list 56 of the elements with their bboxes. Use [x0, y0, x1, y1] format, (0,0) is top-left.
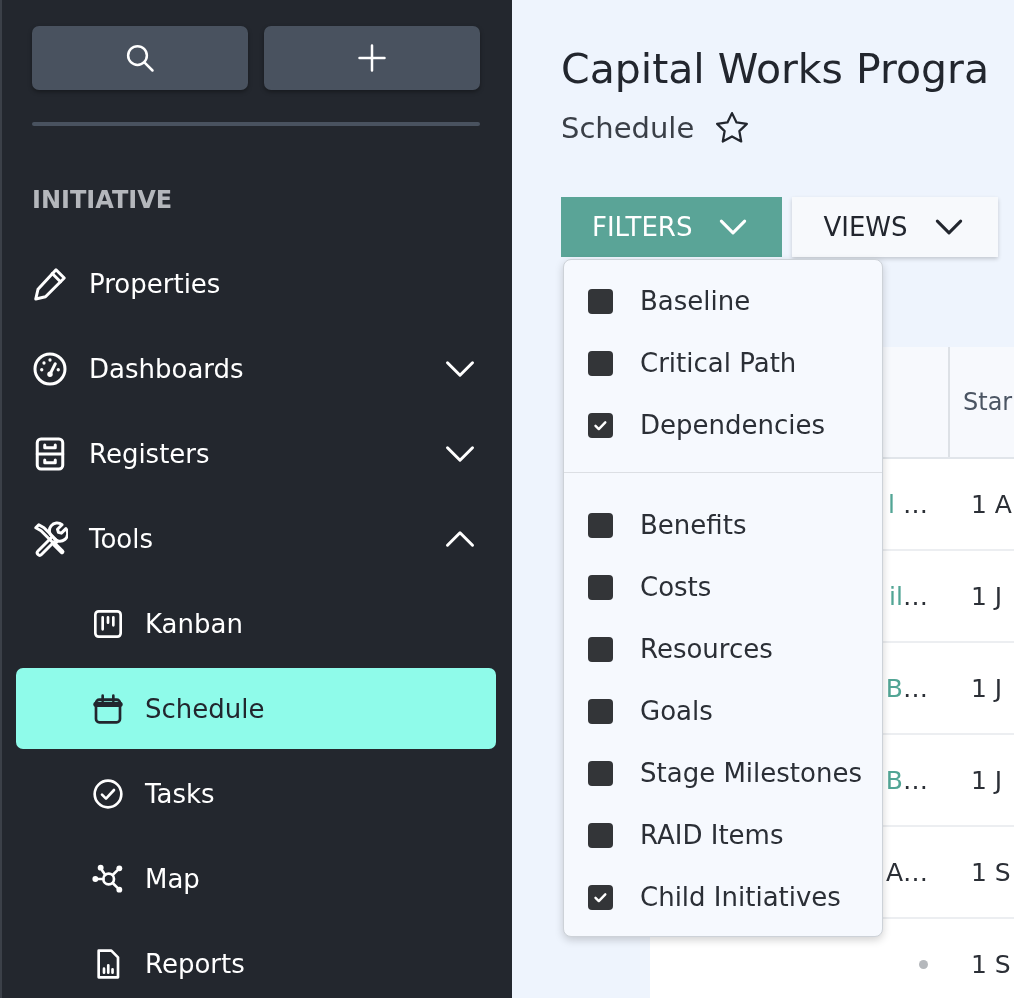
filter-option[interactable]: Stage Milestones	[564, 742, 882, 804]
date-text: 1 J	[971, 673, 1003, 703]
nav-item[interactable]: Properties	[16, 243, 496, 324]
page-subtitle: Schedule	[561, 110, 695, 147]
nav-item[interactable]: Reports	[16, 923, 496, 998]
pencil-icon	[32, 265, 68, 302]
nav-item[interactable]: Dashboards	[16, 328, 496, 409]
nav-item[interactable]: Tasks	[16, 753, 496, 834]
check-circle-icon	[92, 777, 124, 810]
date-text: 1 A	[971, 489, 1012, 519]
filter-option[interactable]: Child Initiatives	[564, 866, 882, 928]
bullet-dot-icon	[919, 959, 928, 969]
checkbox[interactable]	[588, 884, 613, 910]
star-icon[interactable]	[715, 111, 750, 145]
task-name-text: A…	[885, 857, 928, 887]
page-title: Capital Works Progra	[561, 45, 990, 93]
checkbox[interactable]	[588, 412, 613, 438]
nav-item[interactable]: Schedule	[16, 668, 496, 749]
checkbox[interactable]	[588, 636, 613, 662]
nav-item[interactable]: Registers	[16, 413, 496, 494]
gauge-icon	[32, 350, 68, 387]
filter-option[interactable]: Critical Path	[564, 332, 882, 394]
checkbox[interactable]	[588, 760, 613, 786]
date-text: 1 J	[971, 581, 1003, 611]
nav-item[interactable]: Kanban	[16, 583, 496, 664]
task-name-text: B…	[885, 765, 928, 795]
filter-option[interactable]: Baseline	[564, 270, 882, 332]
date-text: 1 S	[971, 949, 1011, 979]
network-icon	[92, 862, 124, 895]
date-text: 1 S	[971, 857, 1011, 887]
checkbox[interactable]	[588, 822, 613, 848]
filter-option[interactable]: RAID Items	[564, 804, 882, 866]
nav-item[interactable]: Tools	[16, 498, 496, 579]
tools-icon	[32, 520, 68, 557]
checkbox[interactable]	[588, 698, 613, 724]
filter-option[interactable]: Resources	[564, 618, 882, 680]
search-icon	[125, 43, 155, 73]
filter-option[interactable]: Benefits	[564, 494, 882, 556]
kanban-board-icon	[92, 607, 124, 640]
checkbox[interactable]	[588, 350, 613, 376]
task-name-text: B…	[885, 673, 928, 703]
column-header: Star	[963, 388, 1013, 416]
filter-option[interactable]: Goals	[564, 680, 882, 742]
nav-item[interactable]: Map	[16, 838, 496, 919]
checkbox[interactable]	[588, 288, 613, 314]
plus-icon	[357, 43, 387, 73]
calendar-icon	[92, 692, 124, 725]
checkbox[interactable]	[588, 512, 613, 538]
section-heading: INITIATIVE	[32, 186, 174, 214]
date-text: 1 J	[971, 765, 1003, 795]
task-name-text: l …	[888, 489, 928, 519]
checkbox[interactable]	[588, 574, 613, 600]
filter-option[interactable]: Costs	[564, 556, 882, 618]
filter-option[interactable]: Dependencies	[564, 394, 882, 456]
task-name-text: il…	[889, 581, 928, 611]
dropdown-button[interactable]: VIEWS	[792, 197, 998, 257]
